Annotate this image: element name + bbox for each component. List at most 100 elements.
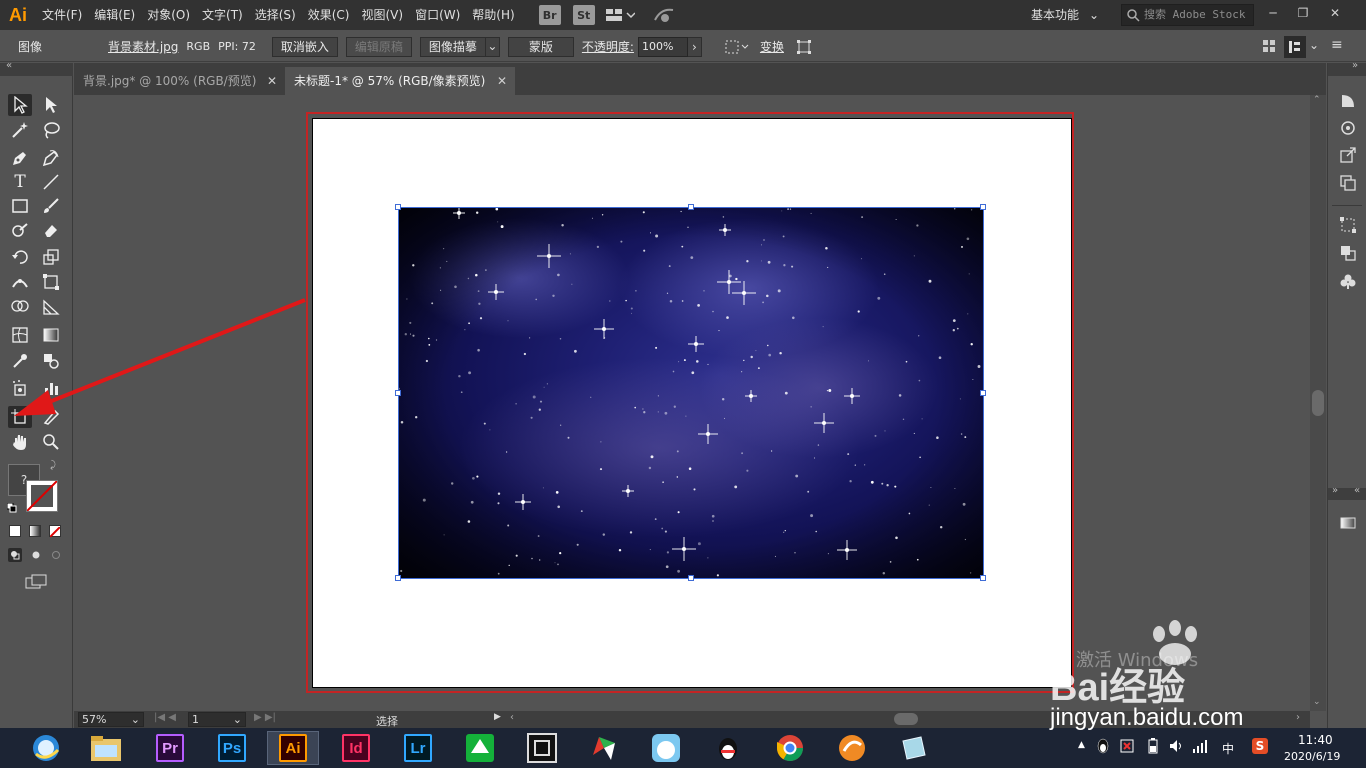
layers-icon[interactable] — [1338, 173, 1358, 193]
paintbrush-tool-icon[interactable] — [39, 195, 63, 217]
transform-panel-icon[interactable] — [1338, 215, 1358, 235]
taskbar-premiere[interactable]: Pr — [144, 731, 196, 765]
resize-handle-mr[interactable] — [980, 390, 986, 396]
opacity-arrow-icon[interactable]: › — [687, 36, 702, 57]
vertical-scroll-thumb[interactable] — [1312, 390, 1324, 416]
edit-original-button[interactable]: 编辑原稿 — [345, 36, 412, 57]
taskbar-lightroom[interactable]: Lr — [392, 731, 444, 765]
taskbar-green-app[interactable] — [454, 731, 506, 765]
scroll-right-icon[interactable]: › — [1296, 712, 1300, 723]
type-tool-icon[interactable]: T — [8, 171, 32, 193]
taskbar-illustrator[interactable]: Ai — [267, 731, 319, 765]
unembed-button[interactable]: 取消嵌入 — [271, 36, 338, 57]
close-tab-icon[interactable]: ✕ — [497, 67, 507, 95]
artboard-navigation-field[interactable]: 1 ⌄ — [188, 712, 246, 727]
gradient-mode-icon[interactable] — [29, 525, 41, 537]
image-trace-button[interactable]: 图像描摹 — [419, 36, 486, 57]
status-text[interactable]: 选择 — [376, 713, 398, 729]
arrange-documents-icon[interactable] — [605, 7, 635, 23]
resize-handle-br[interactable] — [980, 575, 986, 581]
zoom-dropdown-icon[interactable]: ⌄ — [131, 713, 140, 726]
tab-background-jpg[interactable]: 背景.jpg* @ 100% (RGB/预览) ✕ — [74, 67, 285, 95]
horizontal-scroll-thumb[interactable] — [894, 713, 918, 725]
menu-file[interactable]: 文件(F) — [36, 0, 88, 30]
stock-search-input[interactable]: 搜索 Adobe Stock — [1121, 4, 1254, 26]
scroll-left-icon[interactable]: ‹ — [510, 712, 514, 723]
taskbar-indesign[interactable]: Id — [330, 731, 382, 765]
vertical-scrollbar[interactable]: ⌃ ⌄ — [1310, 95, 1326, 711]
default-fill-stroke-icon[interactable] — [6, 502, 17, 513]
tray-signal-icon[interactable] — [1192, 738, 1208, 757]
menu-help[interactable]: 帮助(H) — [466, 0, 520, 30]
color-mode-icon[interactable] — [9, 525, 21, 537]
draw-inside-icon[interactable] — [49, 548, 63, 562]
rotate-tool-icon[interactable] — [8, 246, 32, 268]
resize-handle-tl[interactable] — [395, 204, 401, 210]
status-menu-arrow-icon[interactable]: ▶ — [494, 712, 501, 722]
zoom-tool-icon[interactable] — [39, 431, 63, 453]
align-to-icon[interactable] — [724, 39, 750, 55]
image-trace-dropdown-icon[interactable]: ⌄ — [485, 36, 500, 57]
resize-handle-ml[interactable] — [395, 390, 401, 396]
draw-behind-icon[interactable] — [29, 548, 43, 562]
direct-selection-tool-icon[interactable] — [39, 94, 63, 116]
export-icon[interactable] — [1338, 145, 1358, 165]
menu-select[interactable]: 选择(S) — [249, 0, 302, 30]
scroll-up-icon[interactable]: ⌃ — [1313, 95, 1321, 105]
close-tab-icon[interactable]: ✕ — [267, 67, 277, 95]
tray-ime-indicator[interactable]: 中 — [1222, 740, 1234, 757]
workspace-switcher[interactable]: 基本功能 ⌄ — [1023, 4, 1105, 26]
hand-tool-icon[interactable] — [8, 431, 32, 453]
bridge-button[interactable]: Br — [538, 5, 561, 25]
tray-network-error-icon[interactable] — [1120, 739, 1134, 756]
arrange-panel-icon[interactable] — [1262, 39, 1276, 56]
tray-battery-icon[interactable] — [1146, 738, 1160, 757]
menu-object[interactable]: 对象(O) — [141, 0, 196, 30]
close-window-button[interactable]: ✕ — [1320, 2, 1350, 24]
pen-tool-icon[interactable] — [8, 147, 32, 169]
symbols-icon[interactable] — [1338, 271, 1358, 291]
clock-date[interactable]: 2020/6/19 — [1284, 750, 1340, 763]
menu-edit[interactable]: 编辑(E) — [88, 0, 141, 30]
menu-window[interactable]: 窗口(W) — [409, 0, 466, 30]
resize-handle-bm[interactable] — [688, 575, 694, 581]
stock-button[interactable]: St — [572, 5, 595, 25]
scroll-down-icon[interactable]: ⌄ — [1313, 697, 1321, 707]
resize-handle-tm[interactable] — [688, 204, 694, 210]
opacity-label[interactable]: 不透明度: — [582, 38, 634, 55]
last-artboard-icon[interactable]: ▶ ▶| — [254, 712, 276, 723]
first-artboard-icon[interactable]: |◀ ◀ — [154, 712, 176, 723]
dock-header-2[interactable]: » « — [1328, 485, 1366, 500]
taskbar-notes-app[interactable] — [888, 731, 940, 765]
tray-expand-icon[interactable]: ▲ — [1078, 740, 1085, 750]
dock-header[interactable]: » — [1328, 60, 1366, 76]
properties-panel-icon[interactable] — [1284, 36, 1306, 58]
taskbar-file-explorer[interactable] — [80, 731, 132, 765]
pathfinder-icon[interactable] — [1338, 243, 1358, 263]
artboard-dropdown-icon[interactable]: ⌄ — [233, 713, 242, 726]
swap-fill-stroke-icon[interactable]: ⤸ — [50, 460, 56, 471]
clock-time[interactable]: 11:40 — [1298, 733, 1333, 747]
gpu-performance-icon[interactable] — [653, 6, 675, 24]
control-menu-chevron-icon[interactable]: ⌄ — [1309, 38, 1319, 52]
resize-handle-tr[interactable] — [980, 204, 986, 210]
line-segment-tool-icon[interactable] — [39, 171, 63, 193]
taskbar-qq[interactable] — [702, 731, 754, 765]
rectangle-tool-icon[interactable] — [8, 195, 32, 217]
scale-tool-icon[interactable] — [39, 246, 63, 268]
mask-button[interactable]: 蒙版 — [507, 36, 574, 57]
magic-wand-tool-icon[interactable] — [8, 119, 32, 141]
isolate-object-icon[interactable] — [796, 39, 812, 55]
taskbar-video-app[interactable] — [516, 731, 568, 765]
tray-sogou-icon[interactable]: S — [1252, 738, 1268, 754]
stroke-swatch[interactable] — [26, 480, 58, 512]
menu-type[interactable]: 文字(T) — [196, 0, 249, 30]
opacity-input[interactable]: 100% — [637, 36, 688, 57]
transform-button[interactable]: 变换 — [760, 38, 784, 55]
taskbar-bird-app[interactable] — [640, 731, 692, 765]
zoom-level-field[interactable]: 57% ⌄ — [78, 712, 144, 727]
draw-normal-icon[interactable] — [8, 548, 22, 562]
curvature-tool-icon[interactable] — [39, 147, 63, 169]
appearance-icon[interactable] — [1338, 118, 1358, 138]
tab-untitled-1[interactable]: 未标题-1* @ 57% (RGB/像素预览) ✕ — [285, 67, 515, 95]
